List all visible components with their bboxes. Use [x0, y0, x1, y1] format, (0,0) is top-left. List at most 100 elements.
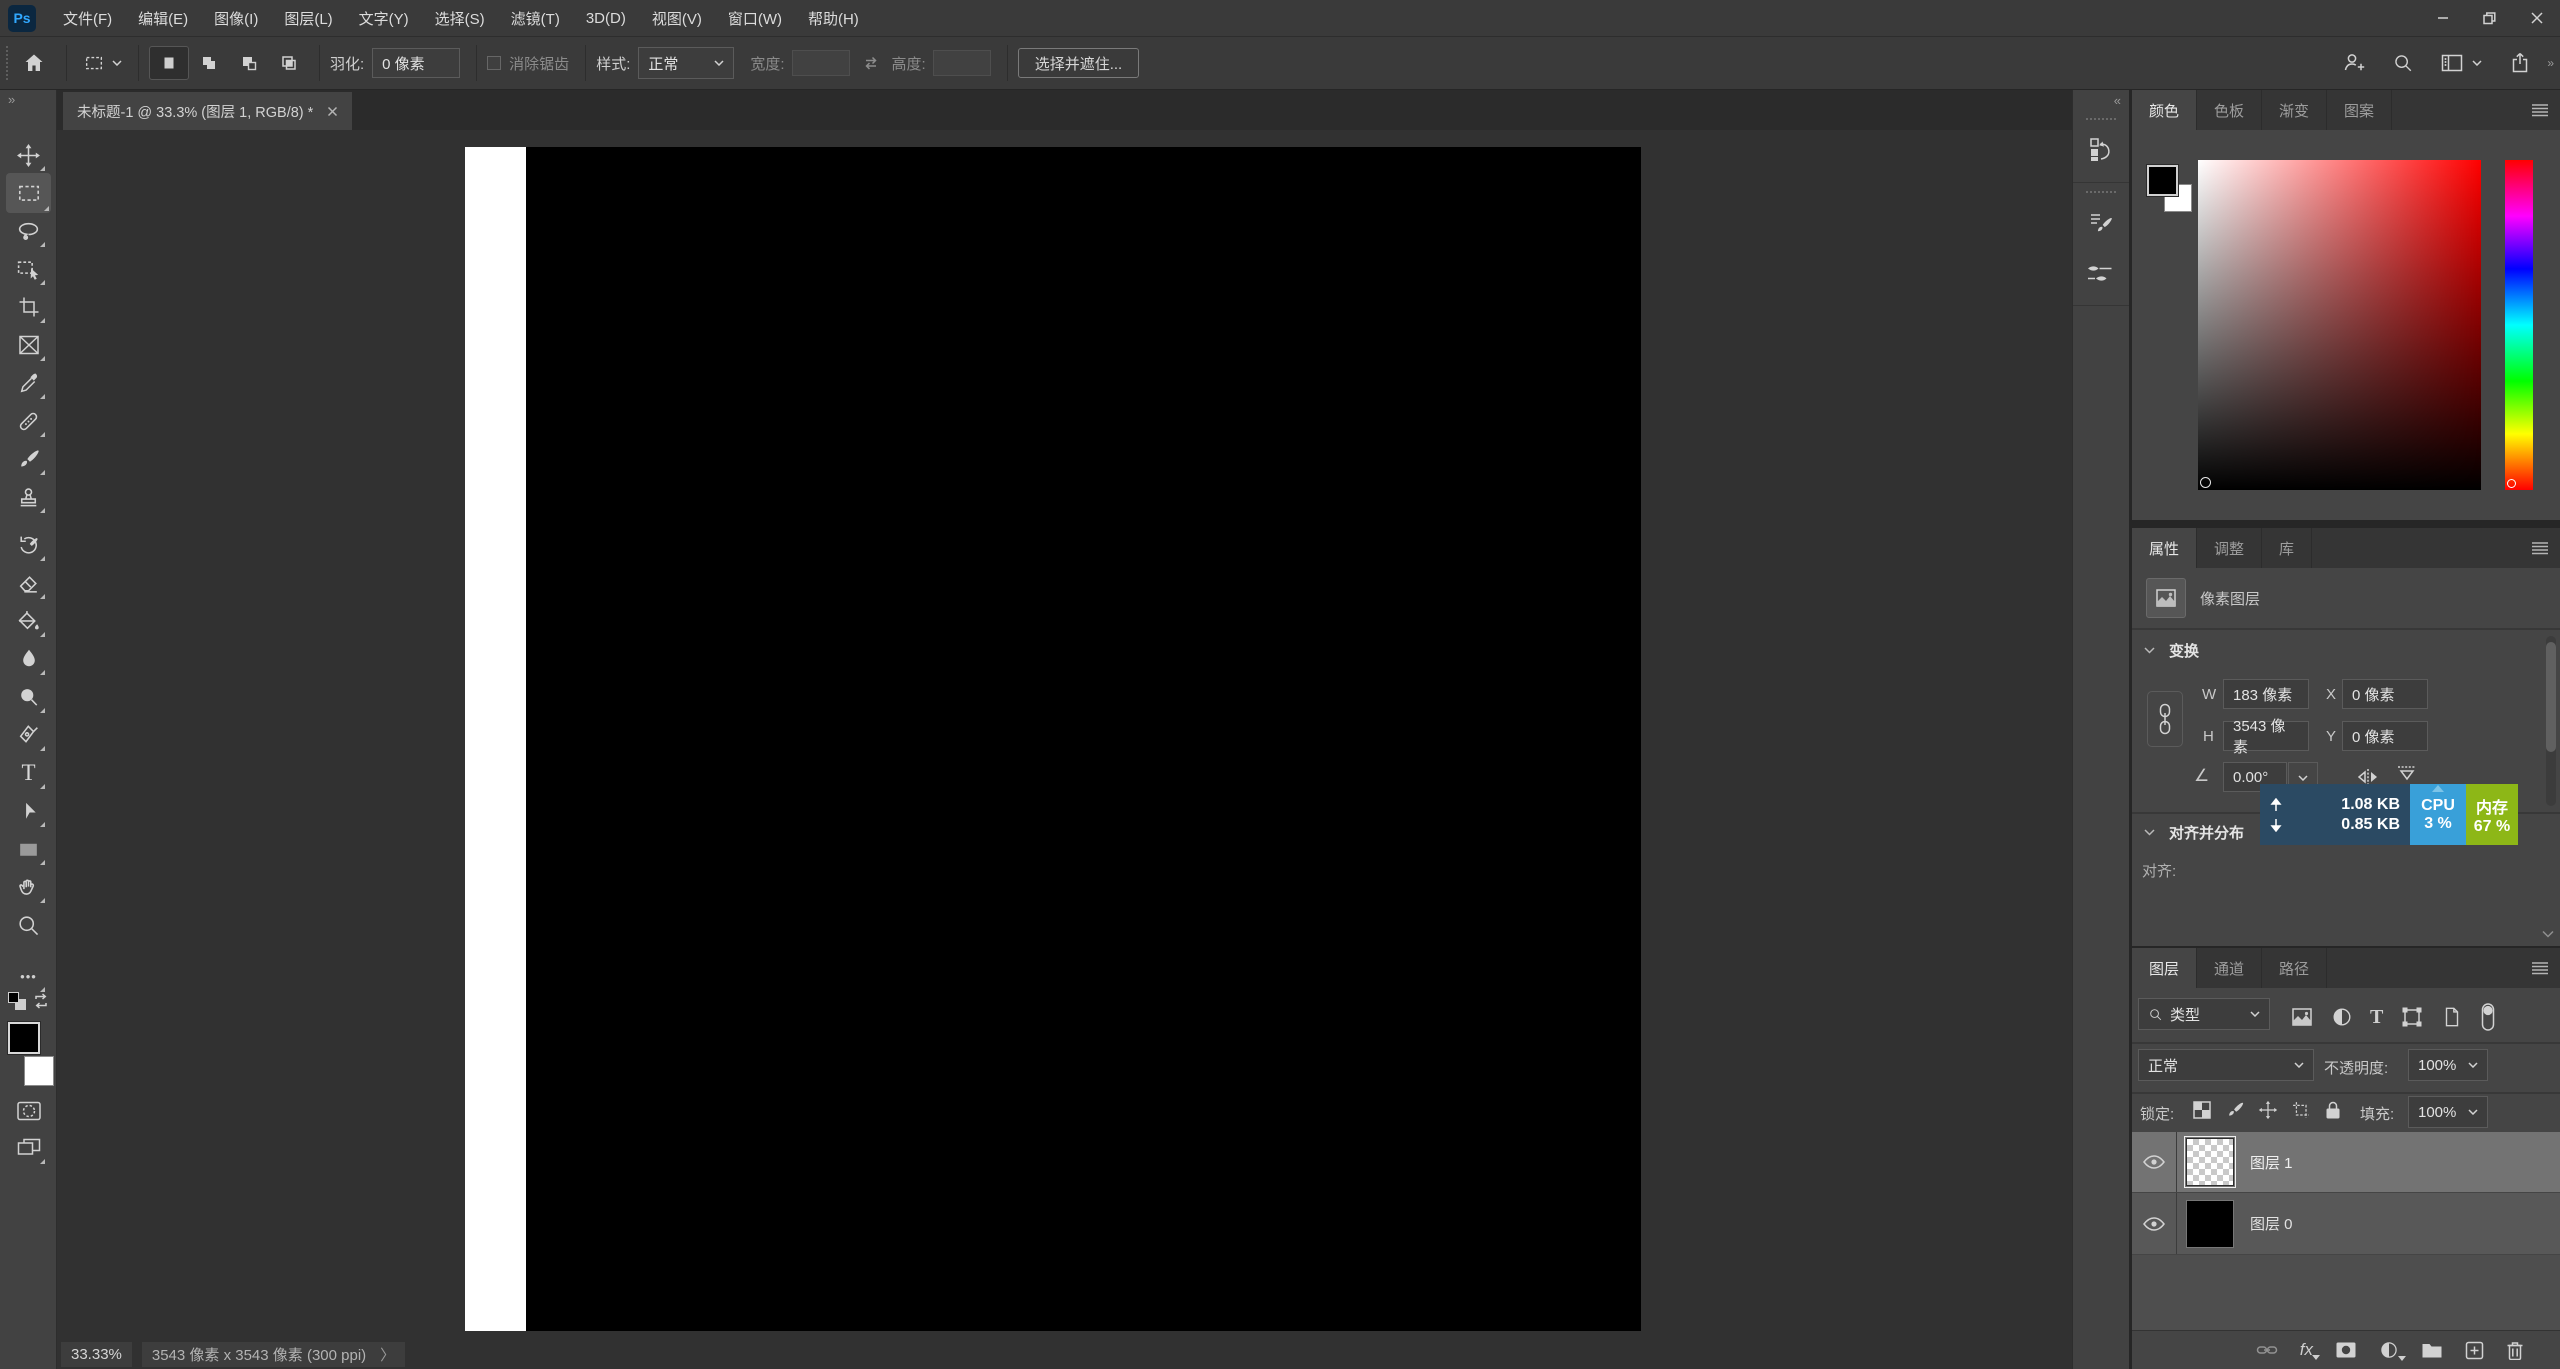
height-input[interactable] [933, 50, 991, 76]
path-selection-tool[interactable] [10, 793, 47, 829]
share-icon[interactable] [2508, 51, 2532, 75]
new-layer-button[interactable] [2465, 1341, 2484, 1360]
lock-pixels-icon[interactable] [2225, 1100, 2245, 1120]
brush-settings-panel-icon[interactable] [2079, 201, 2123, 245]
new-adjustment-layer-button[interactable] [2379, 1340, 2399, 1360]
layer-row-0[interactable]: 图层 0 [2132, 1192, 2560, 1254]
tab-patterns[interactable]: 图案 [2327, 90, 2392, 130]
layer-visibility-toggle[interactable] [2132, 1132, 2177, 1192]
dock-collapse-toggle[interactable]: « [2073, 90, 2129, 110]
menu-select[interactable]: 选择(S) [422, 0, 498, 36]
menu-view[interactable]: 视图(V) [639, 0, 715, 36]
hue-slider-marker[interactable] [2507, 479, 2516, 488]
account-add-icon[interactable] [2342, 51, 2366, 75]
window-close-button[interactable] [2513, 0, 2560, 36]
new-group-button[interactable] [2421, 1341, 2443, 1359]
lasso-tool[interactable] [10, 213, 47, 249]
default-colors-icon[interactable] [8, 992, 26, 1010]
tab-swatches[interactable]: 色板 [2197, 90, 2262, 130]
add-layer-mask-button[interactable] [2335, 1341, 2357, 1359]
eyedropper-tool[interactable] [10, 365, 47, 401]
tab-adjustments[interactable]: 调整 [2197, 528, 2262, 568]
align-section-header[interactable]: 对齐并分布 [2144, 822, 2244, 843]
zoom-level-field[interactable]: 33.33% [61, 1342, 132, 1367]
tool-preset-picker[interactable] [77, 52, 128, 74]
layer-thumbnail[interactable] [2184, 1136, 2236, 1188]
menu-edit[interactable]: 编辑(E) [125, 0, 201, 36]
layer-name[interactable]: 图层 0 [2250, 1213, 2293, 1234]
panel-scroll-down-icon[interactable] [2542, 930, 2554, 938]
edit-toolbar-button[interactable]: ••• [10, 958, 47, 994]
opacity-select[interactable]: 100% [2408, 1049, 2488, 1081]
crop-tool[interactable] [10, 289, 47, 325]
clone-stamp-tool[interactable] [10, 479, 47, 515]
menu-file[interactable]: 文件(F) [50, 0, 125, 36]
tab-channels[interactable]: 通道 [2197, 948, 2262, 988]
object-selection-tool[interactable] [10, 251, 47, 287]
menu-image[interactable]: 图像(I) [201, 0, 271, 36]
selection-mode-add-button[interactable] [189, 54, 229, 72]
color-field-picker[interactable] [2200, 477, 2211, 488]
filter-type-layers-icon[interactable]: T [2370, 1006, 2383, 1029]
select-and-mask-button[interactable]: 选择并遮住... [1018, 48, 1140, 78]
pen-tool[interactable] [10, 717, 47, 753]
properties-panel-menu-icon[interactable] [2530, 541, 2550, 555]
layer-thumbnail[interactable] [2186, 1200, 2234, 1248]
window-restore-button[interactable] [2466, 0, 2513, 36]
transform-x-field[interactable]: 0 像素 [2342, 679, 2428, 709]
tab-layers[interactable]: 图层 [2132, 948, 2197, 988]
history-panel-icon[interactable] [2079, 128, 2123, 172]
move-tool[interactable] [10, 137, 47, 173]
dodge-tool[interactable] [10, 679, 47, 715]
home-button[interactable] [12, 51, 56, 75]
foreground-color-swatch[interactable] [8, 1022, 40, 1054]
tab-paths[interactable]: 路径 [2262, 948, 2327, 988]
selection-mode-new-button[interactable] [149, 46, 189, 80]
brushes-panel-icon[interactable] [2079, 251, 2123, 295]
color-panel-swatches[interactable] [2147, 165, 2197, 223]
tab-gradients[interactable]: 渐变 [2262, 90, 2327, 130]
filter-adjustment-layers-icon[interactable] [2331, 1006, 2353, 1028]
type-tool[interactable]: T [10, 755, 47, 791]
lock-artboard-icon[interactable] [2291, 1100, 2311, 1120]
search-icon[interactable] [2392, 52, 2414, 74]
fill-select[interactable]: 100% [2408, 1096, 2488, 1128]
tab-libraries[interactable]: 库 [2262, 528, 2312, 568]
properties-scrollbar[interactable] [2546, 636, 2556, 806]
link-dimensions-toggle[interactable] [2147, 691, 2183, 747]
menu-window[interactable]: 窗口(W) [715, 0, 795, 36]
menu-type[interactable]: 文字(Y) [346, 0, 422, 36]
screen-mode-button[interactable] [10, 1130, 47, 1166]
panel-dock-collapse-toggle[interactable]: » [2547, 56, 2554, 70]
menu-3d[interactable]: 3D(D) [573, 0, 639, 36]
filter-pixel-layers-icon[interactable] [2290, 1005, 2314, 1029]
tab-color[interactable]: 颜色 [2132, 90, 2197, 130]
spot-healing-brush-tool[interactable] [10, 403, 47, 439]
rectangular-marquee-tool[interactable] [6, 173, 51, 213]
toolbar-expand-toggle[interactable]: » [8, 92, 15, 107]
document-tab[interactable]: 未标题-1 @ 33.3% (图层 1, RGB/8) * [63, 92, 352, 130]
swap-colors-icon[interactable] [32, 992, 50, 1010]
document-info[interactable]: 3543 像素 x 3543 像素 (300 ppi) 〉 [142, 1342, 405, 1367]
background-color-swatch[interactable] [24, 1056, 54, 1086]
status-chevron-icon[interactable]: 〉 [380, 1344, 395, 1365]
window-minimize-button[interactable] [2419, 0, 2466, 36]
paint-bucket-tool[interactable] [10, 603, 47, 639]
layer-style-button[interactable]: fx [2300, 1340, 2313, 1360]
color-panel-menu-icon[interactable] [2530, 103, 2550, 117]
width-input[interactable] [792, 50, 850, 76]
rectangle-tool[interactable] [10, 831, 47, 867]
dock-group-grip[interactable] [2086, 118, 2116, 120]
menu-help[interactable]: 帮助(H) [795, 0, 872, 36]
lock-position-icon[interactable] [2258, 1100, 2278, 1120]
color-field[interactable] [2198, 160, 2481, 490]
history-brush-tool[interactable] [10, 527, 47, 563]
workspace-switcher[interactable] [2440, 52, 2482, 74]
foreground-color-swatch[interactable] [2147, 165, 2178, 196]
selection-mode-subtract-button[interactable] [229, 54, 269, 72]
transform-w-field[interactable]: 183 像素 [2223, 679, 2309, 709]
layer-name[interactable]: 图层 1 [2250, 1152, 2293, 1173]
transform-y-field[interactable]: 0 像素 [2342, 721, 2428, 751]
blur-tool[interactable] [10, 641, 47, 677]
transform-section-header[interactable]: 变换 [2144, 640, 2199, 661]
